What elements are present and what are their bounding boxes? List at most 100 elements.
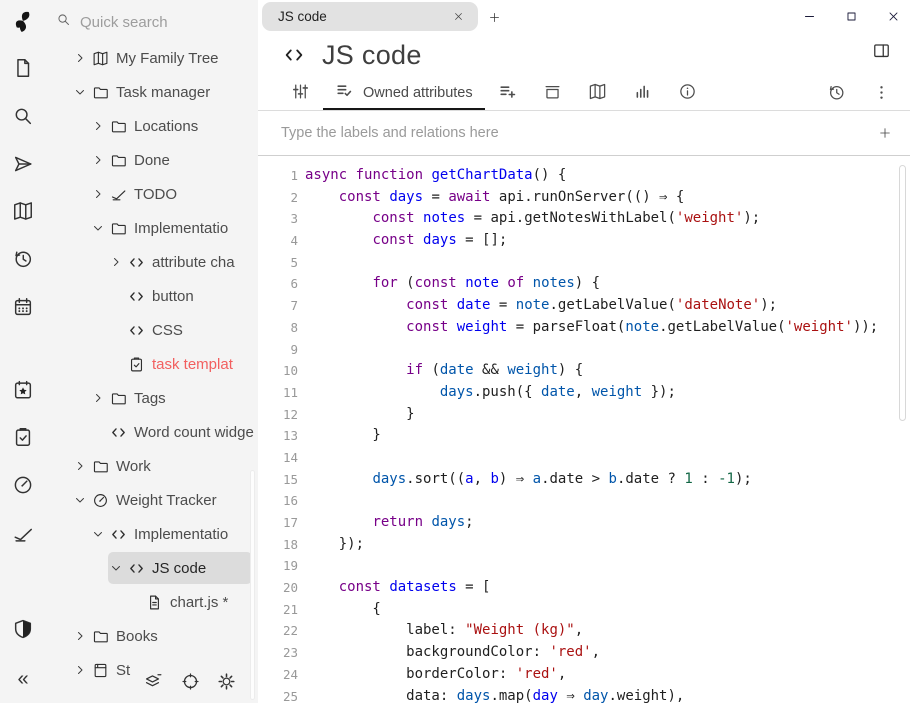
archive-icon: [543, 82, 562, 106]
tree-item-tags[interactable]: Tags: [46, 381, 258, 415]
code-editor[interactable]: 1async function getChartData() {2 const …: [258, 158, 910, 703]
tree-item-word-count-widge[interactable]: Word count widge: [46, 415, 258, 449]
chevron-down-icon[interactable]: [108, 560, 124, 576]
tree-item-chart-js[interactable]: chart.js *: [46, 585, 258, 619]
chevron-down-icon[interactable]: [90, 526, 106, 542]
recent-changes-button[interactable]: [10, 248, 36, 274]
global-menu-button[interactable]: [178, 672, 202, 696]
close-window-button[interactable]: [884, 7, 902, 25]
chevron-right-icon[interactable]: [72, 50, 88, 66]
new-note-button[interactable]: [10, 57, 36, 83]
note-info-tab[interactable]: [665, 78, 710, 110]
code-line-18: 18 });: [258, 534, 910, 556]
tree-item-work[interactable]: Work: [46, 449, 258, 483]
weight-tracker-button[interactable]: [10, 474, 36, 500]
chevron-right-icon[interactable]: [72, 628, 88, 644]
collapse-tree-button[interactable]: «: [10, 666, 36, 692]
quick-search-input[interactable]: Quick search: [46, 0, 258, 44]
search-button[interactable]: [10, 105, 36, 131]
settings-button[interactable]: [214, 672, 238, 696]
tree-item-label: TODO: [134, 186, 177, 203]
chevron-right-icon[interactable]: [90, 390, 106, 406]
note-map-tab[interactable]: [575, 78, 620, 110]
tree-item-implementatio[interactable]: Implementatio: [46, 211, 258, 245]
code-text: return days;: [305, 512, 474, 534]
tree-scrollbar[interactable]: [250, 470, 255, 700]
tree-item-css[interactable]: CSS: [46, 313, 258, 347]
chevron-right-icon[interactable]: [90, 118, 106, 134]
chevron-right-icon[interactable]: [90, 186, 106, 202]
code-line-4: 4 const days = [];: [258, 230, 910, 252]
tree-item-done[interactable]: Done: [46, 143, 258, 177]
chevron-right-icon[interactable]: [72, 458, 88, 474]
chevron-right-icon[interactable]: [90, 152, 106, 168]
split-pane-icon[interactable]: [872, 41, 894, 63]
tree-item-label: Implementatio: [134, 526, 228, 543]
note-title[interactable]: JS code: [322, 40, 422, 71]
add-attribute-button[interactable]: [876, 124, 894, 142]
tree-item-label: Word count widge: [134, 424, 254, 441]
tree-item-button[interactable]: button: [46, 279, 258, 313]
jump-to-note-button[interactable]: [10, 153, 36, 179]
bird-icon: [12, 523, 34, 550]
code-line-2: 2 const days = await api.runOnServer(() …: [258, 187, 910, 209]
revisions-button[interactable]: [814, 78, 859, 111]
new-note-icon: [12, 57, 34, 84]
note-tree: My Family TreeTask managerLocationsDone T…: [46, 41, 258, 687]
more-options-button[interactable]: [859, 78, 904, 111]
code-text: const weight = parseFloat(note.getLabelV…: [305, 317, 878, 339]
task-manager-button[interactable]: [10, 426, 36, 452]
owned-attributes-tab[interactable]: Owned attributes: [323, 78, 485, 110]
inherited-attributes-tab[interactable]: [485, 78, 530, 110]
chevron-spacer: [108, 322, 124, 338]
similar-notes-tab[interactable]: [620, 78, 665, 110]
sync-status-button[interactable]: [140, 672, 164, 696]
line-number: 6: [258, 273, 298, 295]
attributes-input[interactable]: Type the labels and relations here: [281, 125, 876, 141]
tree-item-label: Weight Tracker: [116, 492, 217, 509]
line-number: 4: [258, 230, 298, 252]
search-icon: [56, 12, 80, 32]
tree-item-js-code[interactable]: JS code: [46, 551, 258, 585]
tree-item-books[interactable]: Books: [46, 619, 258, 653]
code-text: }: [305, 425, 381, 447]
map-icon: [12, 200, 34, 227]
maximize-button[interactable]: [842, 7, 860, 25]
calendar-star-icon: [12, 379, 34, 406]
chevron-down-icon[interactable]: [72, 492, 88, 508]
tree-item-implementatio[interactable]: Implementatio: [46, 517, 258, 551]
chevron-right-icon[interactable]: [108, 254, 124, 270]
protected-session-button[interactable]: [10, 618, 36, 644]
tree-item-attribute-cha[interactable]: attribute cha: [46, 245, 258, 279]
todo-button[interactable]: [10, 523, 36, 549]
basic-properties-tab[interactable]: [278, 78, 323, 110]
code-line-10: 10 if (date && weight) {: [258, 360, 910, 382]
code-text: }: [305, 404, 415, 426]
code-text: label: "Weight (kg)",: [305, 620, 583, 642]
calendar-events-button[interactable]: [10, 379, 36, 405]
tree-item-weight-tracker[interactable]: Weight Tracker: [46, 483, 258, 517]
tab-bar: JS code: [258, 0, 910, 32]
new-tab-button[interactable]: [485, 8, 503, 26]
target-icon: [181, 672, 200, 696]
tree-item-task-templat[interactable]: task templat: [46, 347, 258, 381]
editor-scrollbar[interactable]: [899, 165, 906, 421]
note-paths-tab[interactable]: [530, 78, 575, 110]
layers-icon: [143, 672, 162, 696]
tab-close-button[interactable]: [450, 9, 466, 25]
folder-icon: [108, 219, 128, 237]
chevron-down-icon[interactable]: [72, 84, 88, 100]
tree-item-locations[interactable]: Locations: [46, 109, 258, 143]
code-icon: [282, 44, 306, 66]
line-number: 9: [258, 339, 298, 361]
tab-js-code[interactable]: JS code: [262, 2, 478, 31]
tree-item-my-family-tree[interactable]: My Family Tree: [46, 41, 258, 75]
chevron-down-icon[interactable]: [90, 220, 106, 236]
calendar-button[interactable]: [10, 296, 36, 322]
ribbon-tab-label: Owned attributes: [363, 85, 473, 101]
tree-item-todo[interactable]: TODO: [46, 177, 258, 211]
tree-item-label: Implementatio: [134, 220, 228, 237]
note-map-button[interactable]: [10, 200, 36, 226]
tree-item-task-manager[interactable]: Task manager: [46, 75, 258, 109]
minimize-button[interactable]: [800, 7, 818, 25]
